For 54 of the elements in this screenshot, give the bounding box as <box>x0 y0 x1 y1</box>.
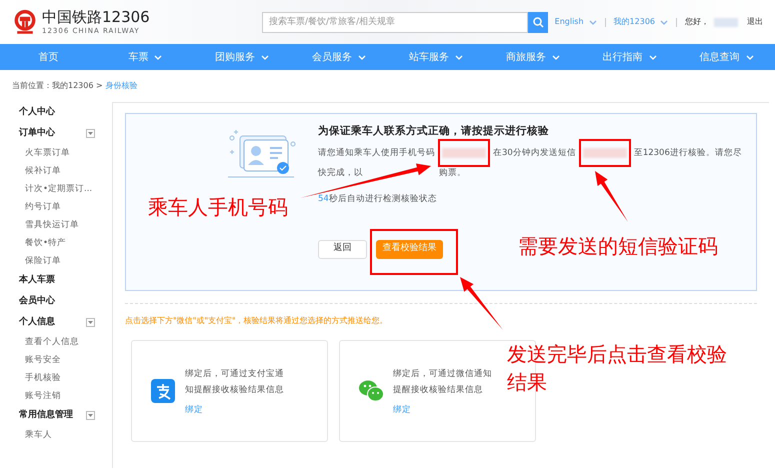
sidebar-item[interactable]: 约号订单 <box>19 198 112 216</box>
message-text: 快完成，以 <box>318 166 363 180</box>
notification-hint: 点击选择下方"微信"或"支付宝"，核验结果将通过您选择的方式推送给您。 <box>125 315 389 327</box>
sidebar-heading[interactable]: 订单中心 <box>19 126 55 140</box>
sidebar-item[interactable]: 账号注销 <box>19 387 112 405</box>
sidebar-item[interactable]: 雪具快运订单 <box>19 216 112 234</box>
sidebar-heading[interactable]: 会员中心 <box>19 294 55 308</box>
search-icon <box>532 16 544 28</box>
arrow <box>595 171 628 222</box>
sidebar-heading[interactable]: 个人信息 <box>19 316 55 330</box>
logout-link[interactable]: 退出 <box>747 16 763 28</box>
alipay-icon <box>151 379 175 403</box>
toggle-icon[interactable] <box>86 318 95 327</box>
binding-description: 绑定后，可通过支付宝通知提醒接收核验结果信息 <box>185 368 285 397</box>
bind-link[interactable]: 绑定 <box>185 404 203 416</box>
sidebar-item[interactable]: 手机核验 <box>19 369 112 387</box>
railway-logo-icon <box>12 8 38 36</box>
breadcrumb-link[interactable]: 身份核验 <box>106 80 138 92</box>
sidebar-item[interactable]: 乘车人 <box>19 426 112 444</box>
sidebar-heading[interactable]: 常用信息管理 <box>19 408 73 422</box>
search-button[interactable] <box>528 12 548 32</box>
arrow <box>460 277 503 330</box>
sidebar-heading[interactable]: 本人车票 <box>19 274 55 288</box>
wechat-icon <box>358 380 384 402</box>
toggle-icon[interactable] <box>86 129 95 138</box>
redacted-block <box>442 148 486 158</box>
verification-title: 为保证乘车人联系方式正确，请按提示进行核验 <box>318 124 550 139</box>
message-text: 请您通知乘车人使用手机号码 <box>318 146 435 160</box>
sidebar-heading[interactable]: 个人中心 <box>19 106 55 120</box>
sidebar-item[interactable]: 账号安全 <box>19 351 112 369</box>
toggle-icon[interactable] <box>86 411 95 420</box>
message-text: 购票。 <box>439 166 466 180</box>
countdown-seconds: 54 <box>318 194 329 204</box>
redacted-block <box>582 148 627 158</box>
annotation-text: 发送完毕后点击查看校验结果 <box>507 341 728 396</box>
bind-link[interactable]: 绑定 <box>393 404 411 416</box>
sidebar-item[interactable]: 餐饮•特产 <box>19 234 112 252</box>
annotation-text: 乘车人手机号码 <box>148 195 288 219</box>
message-text: 在30分钟内发送短信 <box>493 146 576 160</box>
binding-description: 绑定后，可通过微信通知提醒接收核验结果信息 <box>393 368 493 397</box>
sidebar-item[interactable]: 候补订单 <box>19 162 112 180</box>
sidebar-item[interactable]: 火车票订单 <box>19 144 112 162</box>
search-field[interactable]: 搜索车票/餐饮/常旅客/相关规章 <box>262 12 528 32</box>
annotation-text: 需要发送的短信验证码 <box>518 234 718 258</box>
message-text: 至12306进行核验。请您尽 <box>634 146 742 160</box>
breadcrumb-text: 当前位置：我的12306 > <box>12 80 103 92</box>
greeting-text: 您好， <box>685 16 709 28</box>
sidebar-item[interactable]: 保险订单 <box>19 252 112 270</box>
back-button[interactable]: 返回 <box>318 240 367 258</box>
countdown-text: 秒后自动进行检测核验状态 <box>328 194 437 204</box>
redacted-username <box>714 18 738 26</box>
logo-title: 中国铁路12306 <box>42 8 150 26</box>
sidebar-item[interactable]: 计次•定期票订... <box>19 180 112 198</box>
sidebar-item[interactable]: 查看个人信息 <box>19 333 112 351</box>
